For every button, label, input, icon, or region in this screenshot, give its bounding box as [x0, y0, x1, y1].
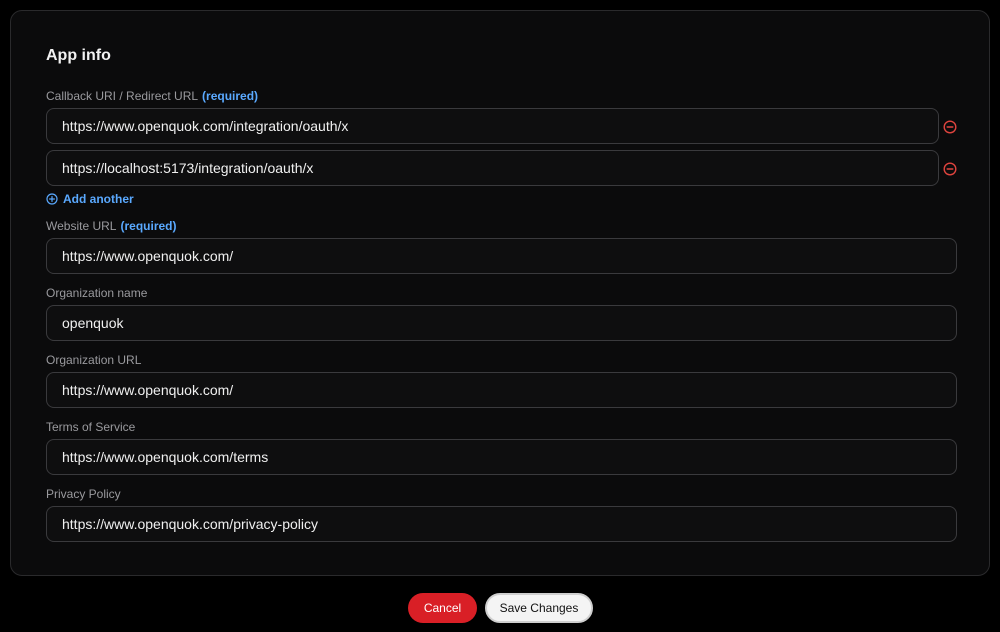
callback-url-label-text: Callback URI / Redirect URL	[46, 89, 199, 103]
add-another-link[interactable]: Add another	[46, 192, 134, 206]
app-info-card: App info Callback URI / Redirect URL (req…	[10, 10, 990, 576]
organization-name-label: Organization name	[46, 286, 148, 300]
callback-url-label: Callback URI / Redirect URL (required)	[46, 89, 258, 103]
cancel-button[interactable]: Cancel	[408, 593, 477, 623]
callback-url-input-2[interactable]	[47, 151, 938, 185]
website-url-field[interactable]	[46, 238, 957, 274]
remove-callback-url-button-1[interactable]	[943, 120, 957, 134]
organization-name-input[interactable]	[47, 306, 956, 340]
callback-url-field-2[interactable]	[46, 150, 939, 186]
organization-url-label: Organization URL	[46, 353, 142, 367]
privacy-policy-label: Privacy Policy	[46, 487, 121, 501]
remove-callback-url-button-2[interactable]	[943, 162, 957, 176]
organization-name-field[interactable]	[46, 305, 957, 341]
minus-circle-icon	[943, 120, 957, 134]
required-badge: (required)	[120, 219, 177, 233]
save-changes-button[interactable]: Save Changes	[485, 593, 593, 623]
website-url-label-text: Website URL	[46, 219, 117, 233]
required-badge: (required)	[202, 89, 259, 103]
terms-of-service-label: Terms of Service	[46, 420, 136, 434]
website-url-input[interactable]	[47, 239, 956, 273]
terms-of-service-field[interactable]	[46, 439, 957, 475]
add-another-label: Add another	[63, 192, 134, 206]
section-title: App info	[46, 47, 111, 64]
minus-circle-icon	[943, 162, 957, 176]
privacy-policy-input[interactable]	[47, 507, 956, 541]
website-url-label: Website URL (required)	[46, 219, 177, 233]
callback-url-input-1[interactable]	[47, 109, 938, 143]
privacy-policy-field[interactable]	[46, 506, 957, 542]
terms-of-service-input[interactable]	[47, 440, 956, 474]
callback-url-field-1[interactable]	[46, 108, 939, 144]
organization-url-input[interactable]	[47, 373, 956, 407]
organization-url-field[interactable]	[46, 372, 957, 408]
plus-circle-icon	[46, 193, 58, 205]
